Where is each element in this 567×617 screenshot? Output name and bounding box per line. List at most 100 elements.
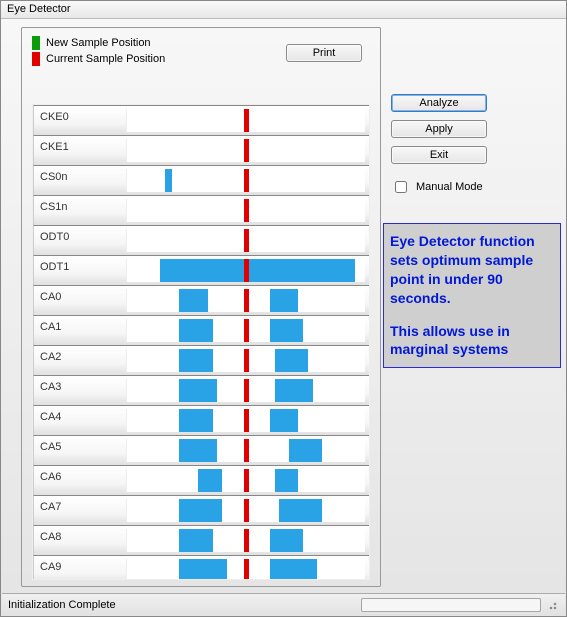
exit-button[interactable]: Exit: [391, 146, 487, 164]
signal-lane: [126, 529, 365, 552]
analyze-button[interactable]: Analyze: [391, 94, 487, 112]
current-marker-icon: [244, 529, 249, 552]
current-sample-swatch-icon: [32, 52, 40, 66]
signal-name: CS0n: [34, 166, 126, 195]
signal-row[interactable]: CA9: [33, 555, 369, 580]
progress-bar: [361, 598, 541, 612]
current-marker-icon: [244, 409, 249, 432]
eye-segment: [179, 559, 227, 580]
signal-lane: [126, 379, 365, 402]
signal-lane: [126, 469, 365, 492]
current-marker-icon: [244, 499, 249, 522]
eye-segment: [160, 259, 355, 282]
eye-segment: [270, 319, 303, 342]
print-button[interactable]: Print: [286, 44, 362, 62]
legend-current-label: Current Sample Position: [46, 53, 165, 65]
eye-detector-window: Eye Detector New Sample Position Current…: [0, 0, 567, 617]
signal-name: CS1n: [34, 196, 126, 225]
signal-name: CA1: [34, 316, 126, 345]
current-marker-icon: [244, 289, 249, 312]
eye-segment: [179, 319, 212, 342]
eye-segment: [198, 469, 222, 492]
signal-name: CA5: [34, 436, 126, 465]
signal-lane: [126, 229, 365, 252]
signals-groupbox: New Sample Position Current Sample Posit…: [21, 27, 381, 587]
signal-row[interactable]: CS0n: [33, 165, 369, 195]
current-marker-icon: [244, 169, 249, 192]
eye-segment: [179, 379, 217, 402]
signal-lane: [126, 259, 365, 282]
eye-segment: [270, 559, 318, 580]
current-marker-icon: [244, 139, 249, 162]
current-marker-icon: [244, 109, 249, 132]
side-buttons: Analyze Apply Exit Manual Mode: [391, 94, 487, 196]
signal-lane: [126, 139, 365, 162]
eye-segment: [179, 409, 212, 432]
signal-row[interactable]: CA6: [33, 465, 369, 495]
current-marker-icon: [244, 439, 249, 462]
new-sample-swatch-icon: [32, 36, 40, 50]
current-marker-icon: [244, 199, 249, 222]
annotation-line1: Eye Detector function sets optimum sampl…: [390, 232, 554, 308]
signal-row[interactable]: CA8: [33, 525, 369, 555]
eye-segment: [279, 499, 322, 522]
eye-segment: [270, 529, 303, 552]
signal-row[interactable]: CA7: [33, 495, 369, 525]
window-title: Eye Detector: [1, 1, 566, 19]
signals-list: CKE0CKE1CS0nCS1nODT0ODT1CA0CA1CA2CA3CA4C…: [32, 104, 370, 580]
signal-row[interactable]: CA1: [33, 315, 369, 345]
signal-lane: [126, 409, 365, 432]
current-marker-icon: [244, 229, 249, 252]
signal-name: CA6: [34, 466, 126, 495]
signal-name: ODT0: [34, 226, 126, 255]
annotation-line2: This allows use in marginal systems: [390, 322, 554, 360]
eye-segment: [270, 409, 299, 432]
eye-segment: [179, 499, 222, 522]
annotation-callout: Eye Detector function sets optimum sampl…: [383, 223, 561, 368]
eye-segment: [289, 439, 322, 462]
signal-lane: [126, 169, 365, 192]
signal-lane: [126, 499, 365, 522]
signal-row[interactable]: CA0: [33, 285, 369, 315]
status-text: Initialization Complete: [8, 599, 361, 611]
eye-segment: [179, 349, 212, 372]
signal-row[interactable]: CA4: [33, 405, 369, 435]
signal-row[interactable]: ODT1: [33, 255, 369, 285]
signal-name: CKE1: [34, 136, 126, 165]
signal-name: CA9: [34, 556, 126, 580]
manual-mode-label: Manual Mode: [416, 181, 483, 193]
current-marker-icon: [244, 559, 249, 580]
signal-name: CA0: [34, 286, 126, 315]
eye-segment: [179, 439, 217, 462]
signal-lane: [126, 559, 365, 580]
apply-button[interactable]: Apply: [391, 120, 487, 138]
resize-grip-icon: [545, 598, 559, 612]
client-area: New Sample Position Current Sample Posit…: [1, 19, 566, 592]
eye-segment: [165, 169, 172, 192]
eye-segment: [275, 379, 313, 402]
signal-lane: [126, 109, 365, 132]
current-marker-icon: [244, 319, 249, 342]
eye-segment: [275, 469, 299, 492]
manual-mode-checkbox[interactable]: [395, 181, 407, 193]
signal-lane: [126, 319, 365, 342]
current-marker-icon: [244, 259, 249, 282]
eye-segment: [270, 289, 299, 312]
current-marker-icon: [244, 469, 249, 492]
current-marker-icon: [244, 379, 249, 402]
signal-name: CKE0: [34, 106, 126, 135]
signal-row[interactable]: CKE1: [33, 135, 369, 165]
signal-row[interactable]: CA5: [33, 435, 369, 465]
signal-name: CA4: [34, 406, 126, 435]
signal-lane: [126, 349, 365, 372]
signal-row[interactable]: CS1n: [33, 195, 369, 225]
signal-row[interactable]: ODT0: [33, 225, 369, 255]
signal-row[interactable]: CA2: [33, 345, 369, 375]
signal-name: CA2: [34, 346, 126, 375]
eye-segment: [275, 349, 308, 372]
manual-mode-row[interactable]: Manual Mode: [391, 178, 487, 196]
signal-row[interactable]: CA3: [33, 375, 369, 405]
signal-name: ODT1: [34, 256, 126, 285]
signal-row[interactable]: CKE0: [33, 105, 369, 135]
signal-lane: [126, 439, 365, 462]
